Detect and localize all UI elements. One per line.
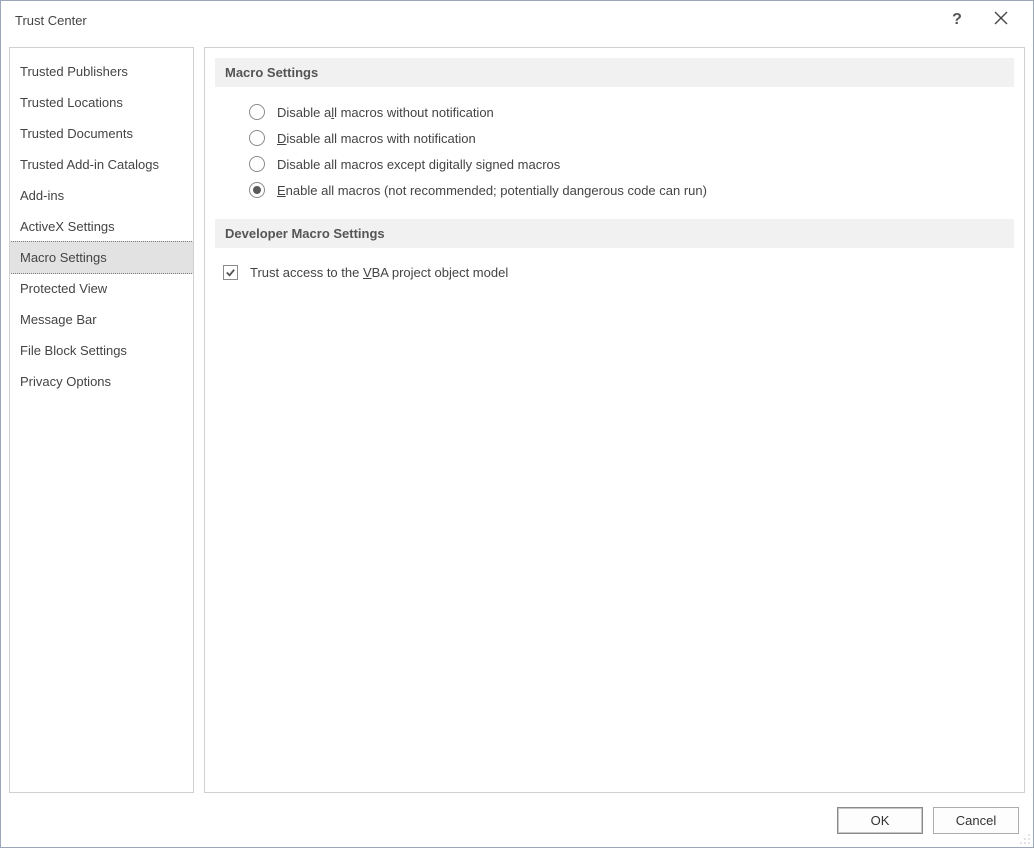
sidebar-item-protected-view[interactable]: Protected View: [10, 273, 193, 304]
radio-disable-with-notification[interactable]: Disable all macros with notification: [249, 125, 1014, 151]
help-button[interactable]: ?: [935, 4, 979, 36]
sidebar-item-privacy-options[interactable]: Privacy Options: [10, 366, 193, 397]
sidebar-item-file-block-settings[interactable]: File Block Settings: [10, 335, 193, 366]
window-title: Trust Center: [11, 13, 935, 28]
sidebar-item-trusted-locations[interactable]: Trusted Locations: [10, 87, 193, 118]
sidebar-item-label: ActiveX Settings: [20, 219, 115, 234]
close-button[interactable]: [979, 4, 1023, 36]
radio-label: Disable all macros without notification: [277, 105, 494, 120]
sidebar-item-trusted-documents[interactable]: Trusted Documents: [10, 118, 193, 149]
trust-center-dialog: Trust Center ? Trusted Publishers Truste…: [0, 0, 1034, 848]
checkbox-trust-vba[interactable]: Trust access to the VBA project object m…: [223, 260, 1014, 285]
radio-icon: [249, 130, 265, 146]
ok-button[interactable]: OK: [837, 807, 923, 834]
radio-icon: [249, 182, 265, 198]
checkbox-icon: [223, 265, 238, 280]
radio-label: Enable all macros (not recommended; pote…: [277, 183, 707, 198]
sidebar-item-label: Trusted Documents: [20, 126, 133, 141]
radio-icon: [249, 156, 265, 172]
sidebar-item-activex-settings[interactable]: ActiveX Settings: [10, 211, 193, 242]
radio-icon: [249, 104, 265, 120]
radio-disable-except-signed[interactable]: Disable all macros except digitally sign…: [249, 151, 1014, 177]
main-pane: Macro Settings Disable all macros withou…: [204, 47, 1025, 793]
dialog-footer: OK Cancel: [1, 801, 1033, 847]
titlebar: Trust Center ?: [1, 1, 1033, 39]
checkbox-label: Trust access to the VBA project object m…: [250, 265, 508, 280]
sidebar-item-label: Protected View: [20, 281, 107, 296]
sidebar-item-message-bar[interactable]: Message Bar: [10, 304, 193, 335]
section-header-developer: Developer Macro Settings: [215, 219, 1014, 248]
sidebar-item-label: Privacy Options: [20, 374, 111, 389]
sidebar-item-label: File Block Settings: [20, 343, 127, 358]
sidebar: Trusted Publishers Trusted Locations Tru…: [9, 47, 194, 793]
sidebar-item-label: Trusted Locations: [20, 95, 123, 110]
sidebar-item-label: Add-ins: [20, 188, 64, 203]
sidebar-item-trusted-addin-catalogs[interactable]: Trusted Add-in Catalogs: [10, 149, 193, 180]
macro-settings-options: Disable all macros without notification …: [215, 99, 1014, 219]
sidebar-item-label: Trusted Add-in Catalogs: [20, 157, 159, 172]
sidebar-item-label: Message Bar: [20, 312, 97, 327]
resize-grip-icon[interactable]: [1019, 833, 1031, 845]
body-area: Trusted Publishers Trusted Locations Tru…: [1, 39, 1033, 801]
radio-enable-all[interactable]: Enable all macros (not recommended; pote…: [249, 177, 1014, 203]
sidebar-item-label: Trusted Publishers: [20, 64, 128, 79]
sidebar-item-macro-settings[interactable]: Macro Settings: [9, 241, 194, 274]
cancel-button[interactable]: Cancel: [933, 807, 1019, 834]
radio-label: Disable all macros with notification: [277, 131, 476, 146]
close-icon: [994, 11, 1008, 29]
sidebar-item-label: Macro Settings: [20, 250, 107, 265]
sidebar-item-addins[interactable]: Add-ins: [10, 180, 193, 211]
radio-disable-no-notification[interactable]: Disable all macros without notification: [249, 99, 1014, 125]
sidebar-item-trusted-publishers[interactable]: Trusted Publishers: [10, 56, 193, 87]
section-header-macro: Macro Settings: [215, 58, 1014, 87]
developer-macro-options: Trust access to the VBA project object m…: [215, 260, 1014, 285]
radio-label: Disable all macros except digitally sign…: [277, 157, 560, 172]
